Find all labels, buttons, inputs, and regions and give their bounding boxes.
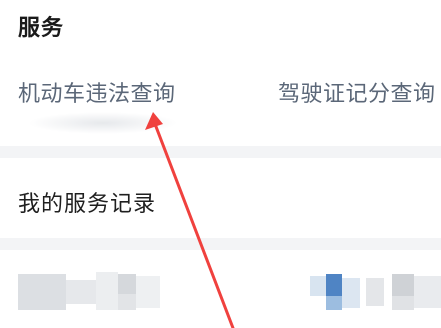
blurred-block [392, 274, 414, 296]
blurred-block [392, 296, 414, 310]
blurred-record-row [0, 250, 441, 328]
blurred-block [414, 276, 441, 308]
service-license-points-query[interactable]: 驾驶证记分查询 [278, 76, 436, 108]
section-title-services: 服务 [18, 16, 65, 41]
section-divider [0, 238, 441, 250]
service-vehicle-violation-query[interactable]: 机动车违法查询 [18, 76, 176, 108]
blurred-block [136, 276, 160, 308]
blurred-block [310, 276, 326, 296]
blurred-block [326, 296, 342, 310]
blurred-block [366, 278, 384, 306]
blurred-block [96, 272, 118, 310]
shadow-decoration [28, 112, 178, 134]
blurred-block [118, 274, 136, 294]
blurred-block [18, 274, 66, 310]
services-row: 机动车违法查询 驾驶证记分查询 [0, 76, 441, 116]
my-service-records-label: 我的服务记录 [18, 192, 157, 217]
my-service-records-entry[interactable]: 我的服务记录 [0, 158, 441, 238]
services-page: 服务 机动车违法查询 驾驶证记分查询 我的服务记录 [0, 0, 441, 328]
blurred-block [326, 274, 342, 296]
blurred-block [118, 294, 136, 310]
section-divider [0, 146, 441, 158]
blurred-block [66, 280, 96, 304]
blurred-block [342, 278, 360, 308]
